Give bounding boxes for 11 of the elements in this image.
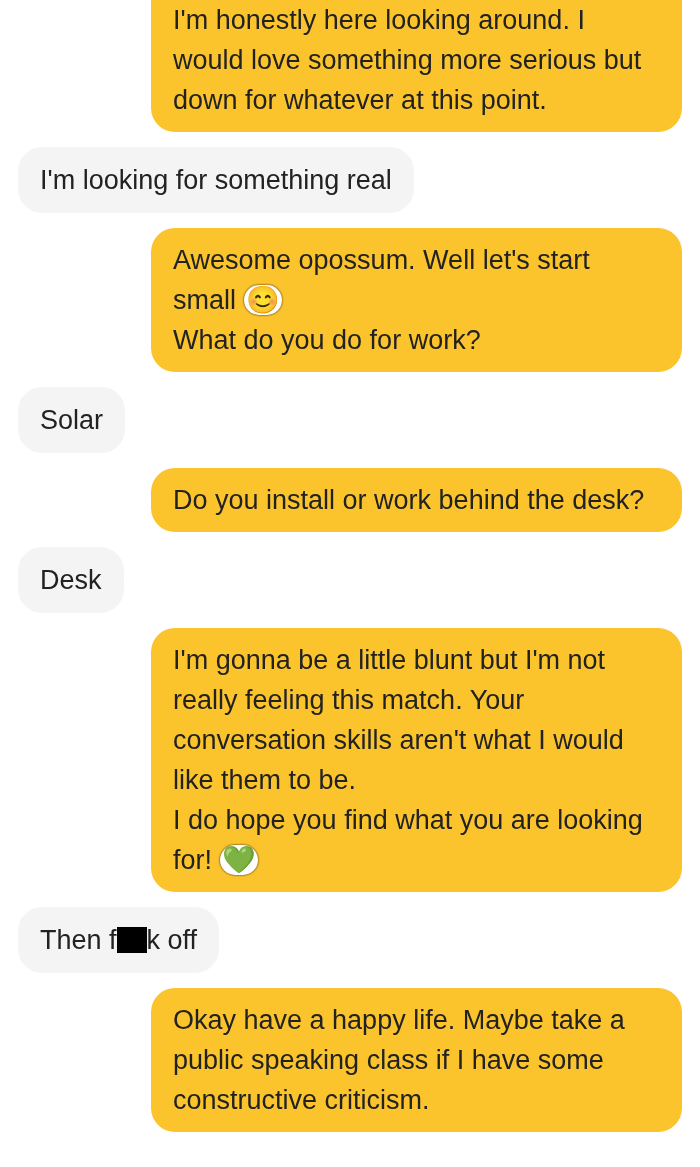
received-message: I'm looking for something real [18, 147, 414, 213]
received-message: Solar [18, 387, 126, 453]
sent-message: I'm honestly here looking around. I would love something more serious but down for whatever at this point. [151, 0, 682, 132]
sent-message: Awesome opossum. Well let's start small 😊 What do you do for work? [151, 228, 682, 372]
emoji-icon: 😊 [244, 285, 282, 315]
received-message: Desk [18, 547, 124, 613]
sent-message: Okay have a happy life. Maybe take a public speaking class if I have some constructive criticism. [151, 988, 682, 1132]
received-message: Then f k off [18, 907, 220, 973]
sent-message: Do you install or work behind the desk? [151, 468, 682, 532]
sent-message: I'm gonna be a little blunt but I'm not really feeling this match. Your conversation skills aren't what I would like them to be. I do hope you find what you are looking for! 💚 [151, 628, 682, 892]
emoji-icon: 💚 [220, 845, 258, 875]
